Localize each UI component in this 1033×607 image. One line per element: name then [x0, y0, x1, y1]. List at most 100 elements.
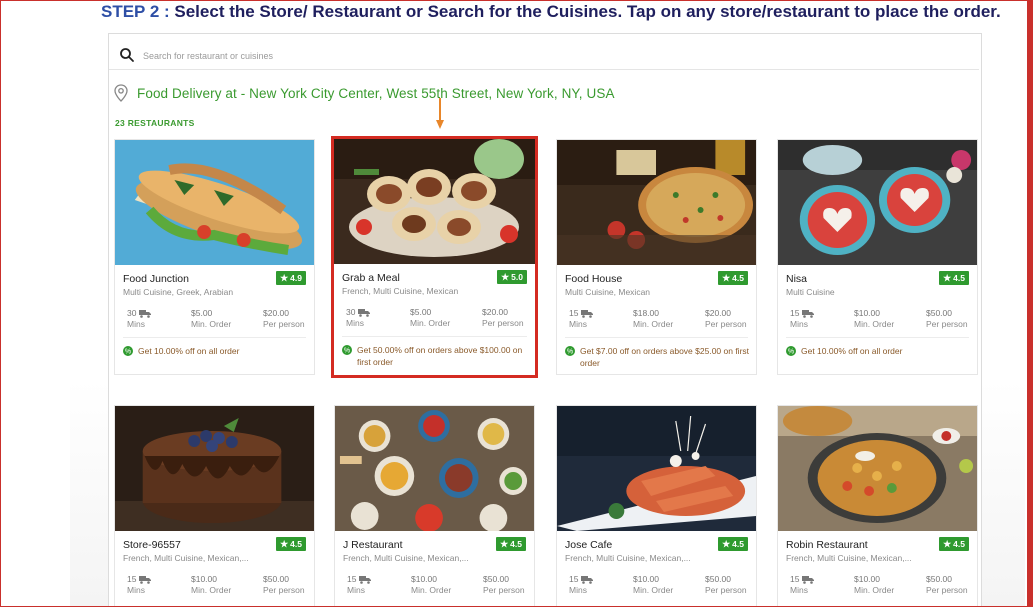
restaurant-card[interactable]: J Restaurant ★ 4.5 French, Multi Cuisine… [334, 405, 535, 607]
delivery-time-label: Mins [127, 319, 145, 329]
per-person-label: Per person [705, 319, 747, 329]
rating-value: 4.5 [953, 273, 965, 283]
per-person-value: $20.00 [705, 308, 731, 318]
per-person-label: Per person [926, 319, 968, 329]
wraps-image[interactable] [334, 139, 535, 264]
minimum-order-label: Min. Order [854, 585, 895, 595]
restaurant-name[interactable]: J Restaurant [343, 539, 403, 551]
delivery-time: 30 Mins [127, 308, 152, 330]
per-person-cost: $50.00 Per person [926, 574, 968, 596]
pizza-image[interactable] [557, 140, 756, 265]
restaurant-cuisine: French, Multi Cuisine, Mexican,... [565, 553, 691, 563]
delivery-location[interactable]: Food Delivery at - New York City Center,… [137, 86, 615, 101]
minimum-order-value: $5.00 [410, 307, 432, 317]
restaurant-name[interactable]: Store-96557 [123, 539, 181, 551]
restaurant-name[interactable]: Jose Cafe [565, 539, 612, 551]
restaurant-name[interactable]: Robin Restaurant [786, 539, 868, 551]
star-icon: ★ [501, 271, 510, 282]
delivery-time-label: Mins [346, 318, 364, 328]
minimum-order-value: $10.00 [633, 574, 659, 584]
star-icon: ★ [722, 272, 731, 283]
pasta-image[interactable] [557, 406, 756, 531]
star-icon: ★ [943, 272, 952, 283]
star-icon: ★ [280, 272, 289, 283]
minimum-order-label: Min. Order [633, 319, 674, 329]
restaurant-card[interactable]: Nisa ★ 4.5 Multi Cuisine 15 Mins $10.00 … [777, 139, 978, 375]
card-divider [342, 336, 527, 337]
offer-text: Get 10.00% off on all order [801, 346, 903, 356]
discount-tag-icon: % [342, 345, 352, 355]
location-row[interactable]: Food Delivery at - New York City Center,… [113, 82, 615, 104]
minimum-order-value: $18.00 [633, 308, 659, 318]
restaurant-name[interactable]: Nisa [786, 273, 807, 285]
restaurant-name[interactable]: Food House [565, 273, 622, 285]
rating-value: 4.5 [953, 539, 965, 549]
offer-text: Get 10.00% off on all order [138, 346, 240, 356]
heart-pancakes-image[interactable] [778, 140, 977, 265]
chocolate-cake-image[interactable] [115, 406, 314, 531]
minimum-order-label: Min. Order [411, 585, 452, 595]
rating-value: 4.9 [290, 273, 302, 283]
rating-value: 4.5 [732, 539, 744, 549]
per-person-cost: $50.00 Per person [926, 308, 968, 330]
delivery-truck-icon [581, 310, 594, 318]
delivery-time-label: Mins [569, 585, 587, 595]
rating-badge: ★ 4.5 [939, 271, 969, 285]
per-person-cost: $20.00 Per person [263, 308, 305, 330]
minimum-order-label: Min. Order [410, 318, 451, 328]
rating-badge: ★ 4.5 [496, 537, 526, 551]
delivery-time: 15 Mins [127, 574, 152, 596]
restaurant-photo[interactable] [557, 406, 756, 531]
star-icon: ★ [943, 538, 952, 549]
rating-badge: ★ 4.9 [276, 271, 306, 285]
delivery-time: 15 Mins [569, 308, 594, 330]
delivery-time-value: 30 [346, 307, 356, 317]
svg-text:%: % [125, 348, 131, 355]
restaurant-cuisine: French, Multi Cuisine, Mexican [342, 286, 459, 296]
restaurant-name[interactable]: Grab a Meal [342, 272, 400, 284]
minimum-order-value: $10.00 [191, 574, 217, 584]
chickpea-curry-image[interactable] [778, 406, 977, 531]
restaurant-name[interactable]: Food Junction [123, 273, 189, 285]
per-person-label: Per person [705, 585, 747, 595]
delivery-time-value: 15 [790, 308, 800, 318]
restaurant-card[interactable]: Robin Restaurant ★ 4.5 French, Multi Cui… [777, 405, 978, 607]
offer-text: Get 50.00% off on orders above $100.00 o… [357, 345, 523, 367]
restaurant-count: 23 RESTAURANTS [115, 118, 195, 128]
rating-badge: ★ 5.0 [497, 270, 527, 284]
rating-value: 4.5 [290, 539, 302, 549]
minimum-order: $5.00 Min. Order [191, 308, 231, 330]
minimum-order-value: $5.00 [191, 308, 213, 318]
discount-tag-icon: % [565, 346, 575, 356]
delivery-time-value: 15 [127, 574, 137, 584]
delivery-truck-icon [802, 310, 815, 318]
minimum-order: $10.00 Min. Order [411, 574, 451, 596]
restaurant-photo[interactable] [557, 140, 756, 265]
sandwich-image[interactable] [115, 140, 314, 265]
restaurant-card[interactable]: Grab a Meal ★ 5.0 French, Multi Cuisine,… [331, 136, 538, 378]
restaurant-card[interactable]: Food House ★ 4.5 Multi Cuisine, Mexican … [556, 139, 757, 375]
restaurant-photo[interactable] [115, 140, 314, 265]
restaurant-photo[interactable] [778, 140, 977, 265]
restaurant-photo[interactable] [334, 139, 535, 264]
restaurant-photo[interactable] [115, 406, 314, 531]
table-spread-image[interactable] [335, 406, 534, 531]
restaurant-cuisine: French, Multi Cuisine, Mexican,... [123, 553, 249, 563]
search-bar[interactable] [109, 42, 979, 70]
delivery-time: 15 Mins [790, 574, 815, 596]
restaurant-photo[interactable] [335, 406, 534, 531]
restaurant-card[interactable]: Food Junction ★ 4.9 Multi Cuisine, Greek… [114, 139, 315, 375]
per-person-value: $20.00 [482, 307, 508, 317]
search-icon[interactable] [119, 47, 135, 63]
restaurant-card[interactable]: Store-96557 ★ 4.5 French, Multi Cuisine,… [114, 405, 315, 607]
star-icon: ★ [500, 538, 509, 549]
per-person-value: $50.00 [926, 574, 952, 584]
restaurant-photo[interactable] [778, 406, 977, 531]
per-person-cost: $50.00 Per person [263, 574, 305, 596]
search-input[interactable] [143, 46, 643, 66]
rating-value: 4.5 [732, 273, 744, 283]
delivery-time: 15 Mins [347, 574, 372, 596]
offer-row: % Get 10.00% off on all order [123, 345, 308, 357]
restaurant-card[interactable]: Jose Cafe ★ 4.5 French, Multi Cuisine, M… [556, 405, 757, 607]
left-gutter [1, 1, 69, 606]
